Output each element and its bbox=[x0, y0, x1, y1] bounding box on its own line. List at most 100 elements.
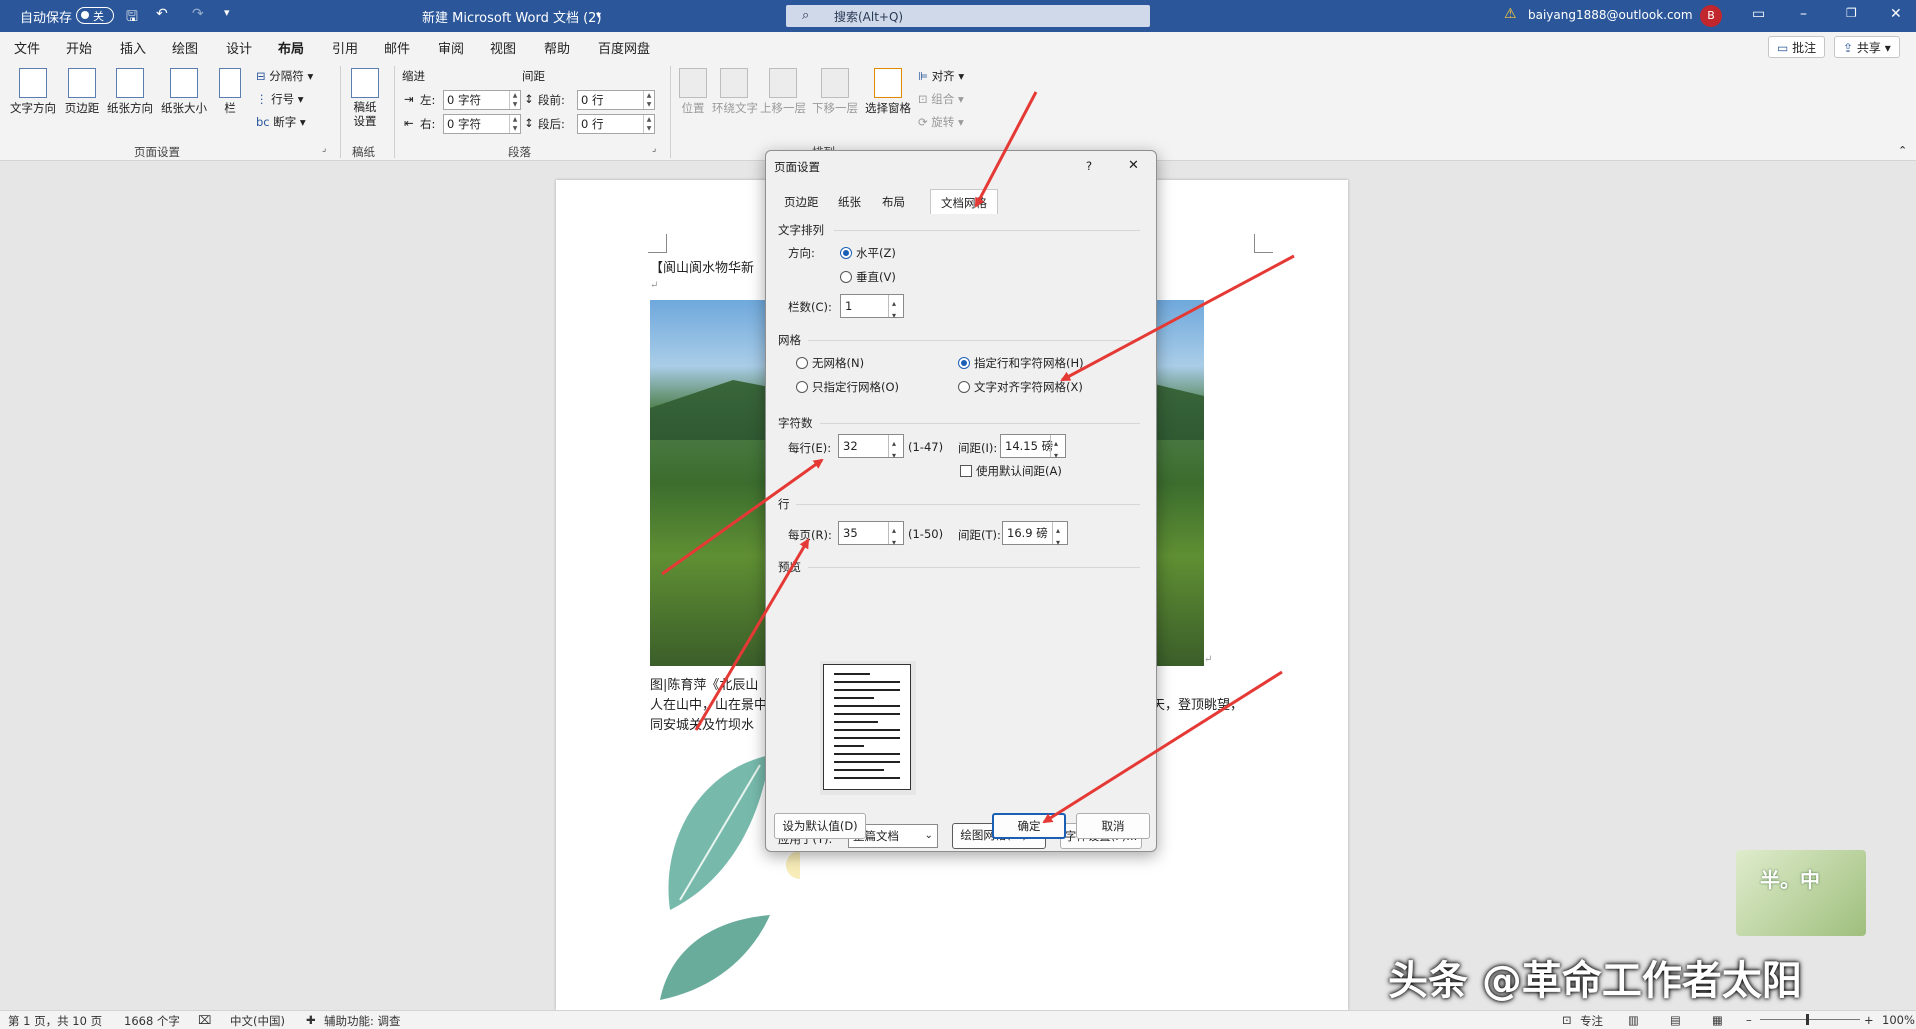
cancel-button[interactable]: 取消 bbox=[1076, 813, 1150, 839]
spinner-arrows[interactable] bbox=[1052, 520, 1067, 554]
undo-icon[interactable]: ↶ bbox=[156, 6, 168, 22]
group-button[interactable]: ⊡ 组合 ▾ bbox=[918, 91, 964, 107]
zoom-slider-thumb[interactable] bbox=[1806, 1014, 1809, 1025]
columns-input[interactable]: 1 bbox=[840, 293, 904, 327]
spinner-arrows[interactable]: ▲ ▼ bbox=[509, 115, 520, 133]
size-button[interactable]: 纸张大小 bbox=[158, 68, 210, 116]
zoom-in-icon[interactable]: + bbox=[1864, 1013, 1874, 1027]
caption-line-3[interactable]: 同安城关及竹坝水 bbox=[650, 714, 754, 733]
draft-settings-button[interactable]: 稿纸设置 bbox=[346, 68, 384, 128]
spinner-arrows[interactable]: ▲ ▼ bbox=[643, 91, 654, 109]
selection-pane-button[interactable]: 选择窗格 bbox=[862, 68, 914, 116]
bring-forward-button[interactable]: 上移一层 bbox=[758, 68, 808, 116]
comments-button[interactable]: ▭ 批注 bbox=[1768, 36, 1826, 58]
tab-view[interactable]: 视图 bbox=[490, 38, 516, 57]
tab-baidu-netdisk[interactable]: 百度网盘 bbox=[598, 38, 650, 57]
document-title[interactable]: 新建 Microsoft Word 文档 (2) bbox=[422, 7, 602, 26]
help-button[interactable]: ? bbox=[1086, 159, 1092, 173]
zoom-slider-track[interactable] bbox=[1760, 1019, 1860, 1020]
share-button[interactable]: ⇪ 共享 ▾ bbox=[1834, 36, 1900, 58]
snap-to-char-grid-radio[interactable] bbox=[958, 381, 970, 393]
set-default-button[interactable]: 设为默认值(D) bbox=[774, 813, 866, 839]
focus-mode[interactable]: 专注 bbox=[1580, 1013, 1603, 1029]
wrap-text-button[interactable]: 环绕文字 bbox=[712, 68, 758, 116]
spinner-arrows[interactable] bbox=[888, 293, 903, 327]
lines-only-grid-label[interactable]: 只指定行网格(O) bbox=[812, 379, 899, 395]
tab-paper[interactable]: 纸张 bbox=[828, 189, 871, 215]
proofing-icon[interactable]: ⌧ bbox=[198, 1013, 211, 1027]
accessibility-status[interactable]: 辅助功能: 调查 bbox=[324, 1013, 401, 1029]
avatar[interactable]: B bbox=[1700, 5, 1722, 27]
customize-qat-icon[interactable]: ▾ bbox=[224, 6, 230, 19]
horizontal-radio[interactable] bbox=[840, 247, 852, 259]
word-count[interactable]: 1668 个字 bbox=[124, 1013, 180, 1029]
warning-icon[interactable]: ⚠ bbox=[1504, 6, 1517, 22]
align-button[interactable]: ⊫ 对齐 ▾ bbox=[918, 68, 964, 84]
collapse-ribbon-icon[interactable]: ⌃ bbox=[1898, 144, 1907, 157]
restore-icon[interactable]: ❐ bbox=[1846, 6, 1857, 20]
use-default-pitch-label[interactable]: 使用默认间距(A) bbox=[976, 463, 1062, 479]
char-pitch-input[interactable]: 14.15 磅 bbox=[1000, 433, 1066, 467]
spacing-after-input[interactable]: 0 行 ▲ ▼ bbox=[577, 114, 655, 134]
tab-help[interactable]: 帮助 bbox=[544, 38, 570, 57]
tab-references[interactable]: 引用 bbox=[332, 38, 358, 57]
spinner-arrows[interactable] bbox=[888, 433, 903, 467]
redo-icon[interactable]: ↷ bbox=[192, 6, 204, 22]
zoom-level[interactable]: 100% bbox=[1882, 1013, 1915, 1027]
spinner-arrows[interactable]: ▲ ▼ bbox=[643, 115, 654, 133]
line-pitch-input[interactable]: 16.9 磅 bbox=[1002, 520, 1068, 554]
lines-per-page-input[interactable]: 35 bbox=[838, 520, 904, 554]
spinner-arrows[interactable] bbox=[888, 520, 903, 554]
tab-home[interactable]: 开始 bbox=[66, 38, 92, 57]
send-backward-button[interactable]: 下移一层 bbox=[810, 68, 860, 116]
print-layout-icon[interactable]: ▤ bbox=[1670, 1013, 1681, 1027]
snap-to-char-grid-label[interactable]: 文字对齐字符网格(X) bbox=[974, 379, 1083, 395]
tab-mailings[interactable]: 邮件 bbox=[384, 38, 410, 57]
minimize-icon[interactable]: – bbox=[1800, 6, 1807, 22]
tab-file[interactable]: 文件 bbox=[14, 38, 40, 57]
no-grid-label[interactable]: 无网格(N) bbox=[812, 355, 864, 371]
tab-document-grid[interactable]: 文档网格 bbox=[930, 189, 998, 215]
orientation-button[interactable]: 纸张方向 bbox=[104, 68, 156, 116]
spacing-before-input[interactable]: 0 行 ▲ ▼ bbox=[577, 90, 655, 110]
text-direction-button[interactable]: 文字方向 bbox=[8, 68, 58, 116]
tab-design[interactable]: 设计 bbox=[226, 38, 252, 57]
no-grid-radio[interactable] bbox=[796, 357, 808, 369]
zoom-out-icon[interactable]: – bbox=[1746, 1013, 1752, 1027]
tab-margins[interactable]: 页边距 bbox=[774, 189, 829, 215]
horizontal-label[interactable]: 水平(Z) bbox=[856, 245, 896, 261]
ribbon-display-icon[interactable]: ▭ bbox=[1752, 6, 1765, 22]
tab-insert[interactable]: 插入 bbox=[120, 38, 146, 57]
search-box[interactable]: ⌕ 搜索(Alt+Q) bbox=[786, 5, 1150, 27]
position-button[interactable]: 位置 bbox=[676, 68, 710, 116]
spinner-arrows[interactable] bbox=[1050, 433, 1065, 467]
page-count[interactable]: 第 1 页，共 10 页 bbox=[8, 1013, 102, 1029]
line-and-char-grid-label[interactable]: 指定行和字符网格(H) bbox=[974, 355, 1084, 371]
hyphenation-button[interactable]: bc 断字 ▾ bbox=[256, 114, 306, 130]
caption-line-2[interactable]: 人在山中，山在景中 bbox=[650, 694, 767, 713]
autosave-toggle[interactable]: 关 bbox=[76, 7, 114, 24]
chars-per-line-input[interactable]: 32 bbox=[838, 433, 904, 467]
breaks-button[interactable]: ⊟ 分隔符 ▾ bbox=[256, 68, 313, 84]
paragraph-launcher-icon[interactable]: ⌟ bbox=[652, 144, 656, 154]
tab-layout[interactable]: 布局 bbox=[278, 38, 305, 63]
indent-right-input[interactable]: 0 字符 ▲ ▼ bbox=[443, 114, 521, 134]
ok-button[interactable]: 确定 bbox=[992, 813, 1066, 839]
columns-button[interactable]: 栏 bbox=[216, 68, 244, 116]
line-and-char-grid-radio[interactable] bbox=[958, 357, 970, 369]
tab-draw[interactable]: 绘图 bbox=[172, 38, 198, 57]
language[interactable]: 中文(中国) bbox=[230, 1013, 285, 1029]
title-chevron-down-icon[interactable]: ▾ bbox=[596, 10, 601, 21]
document-heading[interactable]: 【阆山阆水物华新 bbox=[650, 257, 754, 276]
vertical-radio[interactable] bbox=[840, 271, 852, 283]
tab-layout[interactable]: 布局 bbox=[872, 189, 915, 215]
caption-line-1[interactable]: 图|陈育萍《北辰山 bbox=[650, 674, 758, 693]
margins-button[interactable]: 页边距 bbox=[62, 68, 102, 116]
line-numbers-button[interactable]: ⋮ 行号 ▾ bbox=[256, 91, 304, 107]
indent-left-input[interactable]: 0 字符 ▲ ▼ bbox=[443, 90, 521, 110]
account-email[interactable]: baiyang1888@outlook.com bbox=[1528, 8, 1693, 22]
close-window-icon[interactable]: ✕ bbox=[1890, 6, 1902, 22]
rotate-button[interactable]: ⟳ 旋转 ▾ bbox=[918, 114, 964, 130]
lines-only-grid-radio[interactable] bbox=[796, 381, 808, 393]
use-default-pitch-checkbox[interactable] bbox=[960, 465, 972, 477]
